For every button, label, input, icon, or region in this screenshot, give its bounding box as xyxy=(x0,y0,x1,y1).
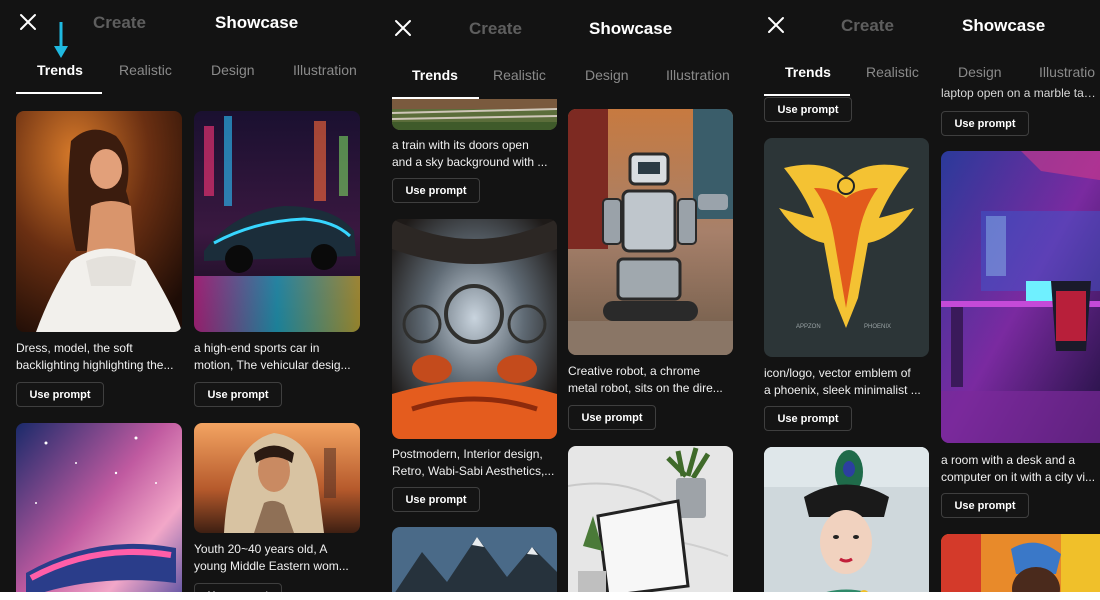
card-image-colorful-portrait[interactable] xyxy=(941,534,1100,592)
emblem-text-left: APPZON xyxy=(796,324,821,330)
card-image-laptop-marble[interactable] xyxy=(568,446,733,592)
create-tab-header[interactable]: Create xyxy=(841,16,894,36)
close-button[interactable] xyxy=(17,11,39,33)
card-caption-line: a room with a desk and a xyxy=(941,453,1076,467)
card-caption-line: Creative robot, a chrome xyxy=(568,364,701,378)
showcase-tab-header[interactable]: Showcase xyxy=(589,19,672,39)
showcase-tab-header[interactable]: Showcase xyxy=(962,16,1045,36)
use-prompt-button[interactable]: Use prompt xyxy=(764,406,852,431)
card-image-phoenix-emblem[interactable]: APPZON PHOENIX xyxy=(764,138,929,357)
card-image-dress-model[interactable] xyxy=(16,111,182,332)
tab-illustration[interactable]: Illustration xyxy=(666,67,730,83)
use-prompt-button[interactable]: Use prompt xyxy=(764,97,852,122)
card-image-robot[interactable] xyxy=(568,109,733,355)
use-prompt-button[interactable]: Use prompt xyxy=(194,583,282,592)
tab-realistic[interactable]: Realistic xyxy=(493,67,546,83)
tab-trends[interactable]: Trends xyxy=(785,64,831,80)
card-image-galaxy-train[interactable] xyxy=(16,423,182,592)
card-image-cyberpunk-room[interactable] xyxy=(941,151,1100,443)
card-caption-line: motion, The vehicular desig... xyxy=(194,358,351,372)
tab-design[interactable]: Design xyxy=(211,62,255,78)
card-image-postmodern-interior[interactable] xyxy=(392,219,557,439)
card-caption-line: Youth 20~40 years old, A xyxy=(194,542,328,556)
close-icon xyxy=(768,17,784,33)
arrow-down-icon xyxy=(54,22,68,58)
card-caption-line: computer on it with a city vi... xyxy=(941,470,1096,484)
emblem-text-right: PHOENIX xyxy=(864,324,891,330)
card-caption-line: laptop open on a marble tab... xyxy=(941,86,1100,100)
card-caption-line: a high-end sports car in xyxy=(194,341,320,355)
tab-realistic[interactable]: Realistic xyxy=(119,62,172,78)
card-caption-line: a phoenix, sleek minimalist ... xyxy=(764,383,921,397)
card-caption-line: Dress, model, the soft xyxy=(16,341,133,355)
active-tab-underline xyxy=(764,94,850,96)
screen-panel-3: Create Showcase Trends Realistic Design … xyxy=(750,0,1100,592)
active-tab-underline xyxy=(16,92,102,94)
card-image-peacock-woman[interactable] xyxy=(764,447,929,592)
screen-panel-2: Create Showcase Trends Realistic Design … xyxy=(375,0,750,592)
close-button[interactable] xyxy=(765,14,787,36)
create-tab-header[interactable]: Create xyxy=(93,13,146,33)
card-caption-line: young Middle Eastern wom... xyxy=(194,559,349,573)
card-image-train[interactable] xyxy=(392,99,557,130)
create-tab-header[interactable]: Create xyxy=(469,19,522,39)
card-caption-line: Postmodern, Interior design, xyxy=(392,447,543,461)
showcase-tab-header[interactable]: Showcase xyxy=(215,13,298,33)
card-caption-line: metal robot, sits on the dire... xyxy=(568,381,723,395)
use-prompt-button[interactable]: Use prompt xyxy=(194,382,282,407)
card-image-young-woman[interactable] xyxy=(194,423,360,533)
card-caption-line: a train with its doors open xyxy=(392,138,529,152)
card-caption-line: backlighting highlighting the... xyxy=(16,358,174,372)
close-icon xyxy=(395,20,411,36)
card-caption-line: and a sky background with ... xyxy=(392,155,548,169)
tab-design[interactable]: Design xyxy=(585,67,629,83)
use-prompt-button[interactable]: Use prompt xyxy=(16,382,104,407)
use-prompt-button[interactable]: Use prompt xyxy=(392,178,480,203)
use-prompt-button[interactable]: Use prompt xyxy=(392,487,480,512)
tab-design[interactable]: Design xyxy=(958,64,1002,80)
close-icon xyxy=(20,14,36,30)
close-button[interactable] xyxy=(392,17,414,39)
card-caption-line: Retro, Wabi-Sabi Aesthetics,... xyxy=(392,464,555,478)
card-image-sports-car[interactable] xyxy=(194,111,360,332)
tab-trends[interactable]: Trends xyxy=(412,67,458,83)
use-prompt-button[interactable]: Use prompt xyxy=(568,405,656,430)
tab-illustration[interactable]: Illustratio xyxy=(1039,64,1095,80)
use-prompt-button[interactable]: Use prompt xyxy=(941,111,1029,136)
tab-trends[interactable]: Trends xyxy=(37,62,83,78)
tab-realistic[interactable]: Realistic xyxy=(866,64,919,80)
screen-panel-1: Create Showcase Trends Realistic Design … xyxy=(0,0,375,592)
card-image-mountains[interactable] xyxy=(392,527,557,592)
tab-illustration[interactable]: Illustration xyxy=(293,62,357,78)
card-caption-line: icon/logo, vector emblem of xyxy=(764,366,911,380)
use-prompt-button[interactable]: Use prompt xyxy=(941,493,1029,518)
